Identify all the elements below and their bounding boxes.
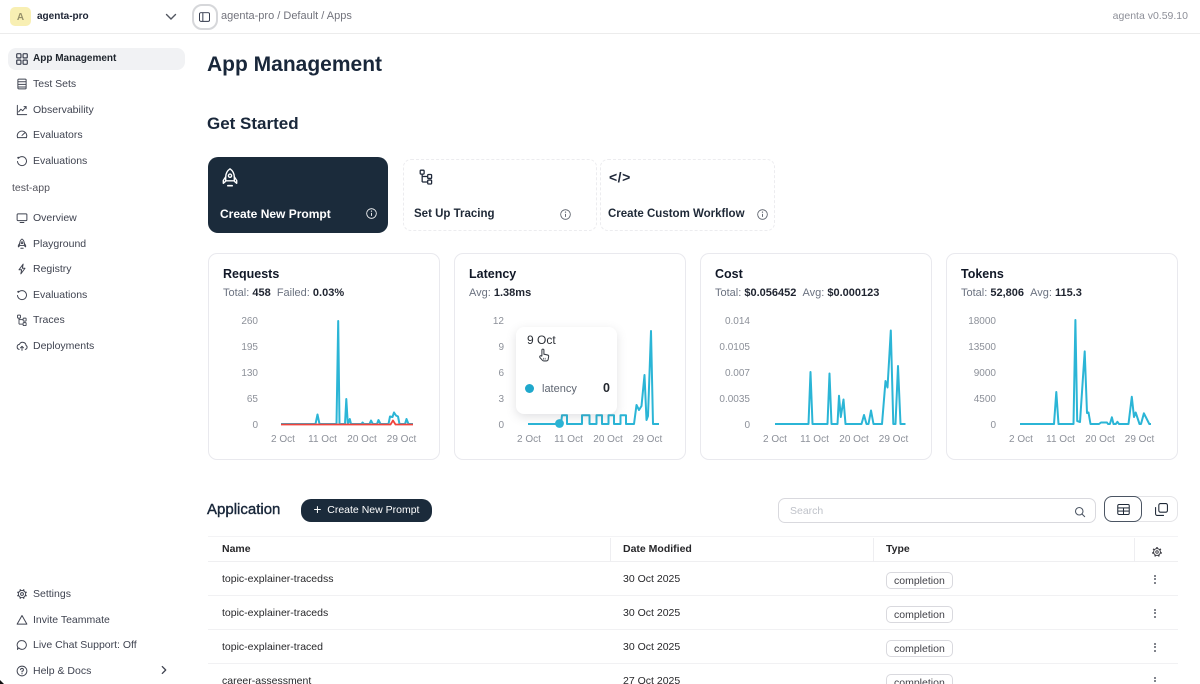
svg-text:3: 3 — [498, 394, 504, 405]
svg-text:20 Oct: 20 Oct — [1085, 434, 1115, 445]
svg-text:0: 0 — [252, 420, 258, 431]
svg-text:11 Oct: 11 Oct — [308, 434, 337, 445]
svg-text:9000: 9000 — [974, 368, 997, 379]
svg-text:12: 12 — [493, 316, 505, 327]
svg-text:2 Oct: 2 Oct — [271, 434, 295, 445]
svg-text:29 Oct: 29 Oct — [879, 434, 909, 445]
svg-text:29 Oct: 29 Oct — [1125, 434, 1155, 445]
svg-text:0: 0 — [990, 420, 996, 431]
svg-text:11 Oct: 11 Oct — [1046, 434, 1075, 445]
svg-text:6: 6 — [498, 368, 504, 379]
svg-text:20 Oct: 20 Oct — [839, 434, 869, 445]
svg-text:13500: 13500 — [968, 342, 996, 353]
svg-text:195: 195 — [241, 342, 258, 353]
svg-text:0.0035: 0.0035 — [719, 394, 750, 405]
svg-text:2 Oct: 2 Oct — [1009, 434, 1033, 445]
svg-text:0.014: 0.014 — [725, 316, 750, 327]
svg-text:65: 65 — [247, 394, 259, 405]
svg-text:11 Oct: 11 Oct — [554, 434, 583, 445]
svg-text:29 Oct: 29 Oct — [633, 434, 663, 445]
svg-text:0.0105: 0.0105 — [719, 342, 750, 353]
svg-text:9: 9 — [498, 342, 504, 353]
svg-text:2 Oct: 2 Oct — [517, 434, 541, 445]
svg-text:0.007: 0.007 — [725, 368, 750, 379]
svg-text:11 Oct: 11 Oct — [800, 434, 829, 445]
svg-text:20 Oct: 20 Oct — [347, 434, 377, 445]
svg-text:29 Oct: 29 Oct — [387, 434, 417, 445]
svg-text:4500: 4500 — [974, 394, 997, 405]
svg-text:18000: 18000 — [968, 316, 996, 327]
svg-text:260: 260 — [241, 316, 258, 327]
svg-text:20 Oct: 20 Oct — [593, 434, 623, 445]
svg-text:2 Oct: 2 Oct — [763, 434, 787, 445]
svg-text:0: 0 — [498, 420, 504, 431]
svg-text:0: 0 — [744, 420, 750, 431]
svg-text:130: 130 — [241, 368, 258, 379]
